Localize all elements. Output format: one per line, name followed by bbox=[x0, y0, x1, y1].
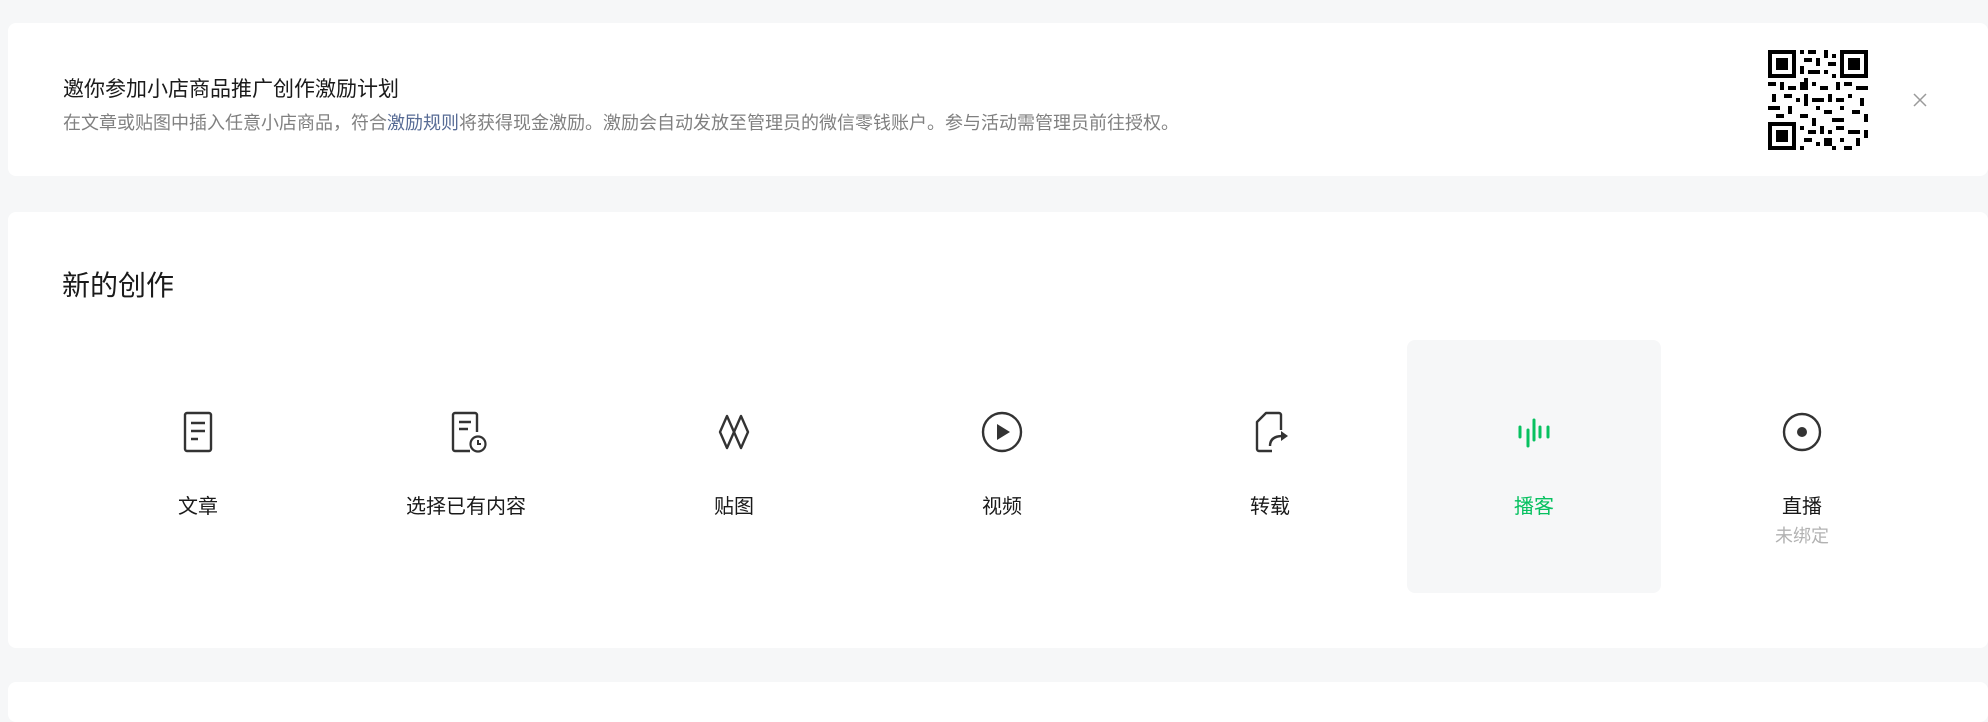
create-video-button[interactable]: 视频 bbox=[875, 340, 1129, 593]
article-icon bbox=[183, 411, 213, 453]
item-label: 选择已有内容 bbox=[406, 494, 526, 518]
item-label: 播客 bbox=[1514, 494, 1554, 518]
repost-icon bbox=[1255, 411, 1288, 453]
qr-code-icon bbox=[1768, 50, 1868, 150]
item-label: 直播 bbox=[1782, 494, 1822, 518]
item-label: 转载 bbox=[1250, 494, 1290, 518]
repost-button[interactable]: 转载 bbox=[1143, 340, 1397, 593]
image-post-icon bbox=[718, 414, 750, 450]
close-icon[interactable] bbox=[1908, 88, 1932, 112]
item-label: 视频 bbox=[982, 494, 1022, 518]
banner-title: 邀你参加小店商品推广创作激励计划 bbox=[63, 77, 399, 101]
create-podcast-button[interactable]: 播客 bbox=[1407, 340, 1661, 593]
create-article-button[interactable]: 文章 bbox=[71, 340, 325, 593]
video-play-icon bbox=[981, 411, 1023, 453]
podcast-icon bbox=[1518, 418, 1550, 448]
live-icon bbox=[1782, 412, 1822, 452]
promo-banner: 邀你参加小店商品推广创作激励计划 在文章或贴图中插入任意小店商品，符合激励规则将… bbox=[8, 23, 1988, 176]
select-existing-content-button[interactable]: 选择已有内容 bbox=[339, 340, 593, 593]
incentive-rules-link[interactable]: 激励规则 bbox=[387, 113, 459, 134]
banner-description: 在文章或贴图中插入任意小店商品，符合激励规则将获得现金激励。激励会自动发放至管理… bbox=[63, 109, 1179, 135]
item-label: 文章 bbox=[178, 494, 218, 518]
banner-desc-text: 在文章或贴图中插入任意小店商品，符合 bbox=[63, 113, 387, 134]
new-creation-panel: 新的创作 文章 选择已有内容 贴图 视频 转载 播客 直播 未绑定 bbox=[8, 212, 1988, 648]
create-image-post-button[interactable]: 贴图 bbox=[607, 340, 861, 593]
live-stream-button[interactable]: 直播 未绑定 bbox=[1675, 340, 1929, 593]
unbound-status: 未绑定 bbox=[1775, 526, 1829, 547]
existing-content-icon bbox=[451, 411, 487, 453]
banner-desc-text-2: 将获得现金激励。激励会自动发放至管理员的微信零钱账户。参与活动需管理员前往授权。 bbox=[459, 113, 1179, 134]
next-section-card bbox=[8, 682, 1988, 722]
section-title: 新的创作 bbox=[62, 269, 175, 302]
item-label: 贴图 bbox=[714, 494, 754, 518]
